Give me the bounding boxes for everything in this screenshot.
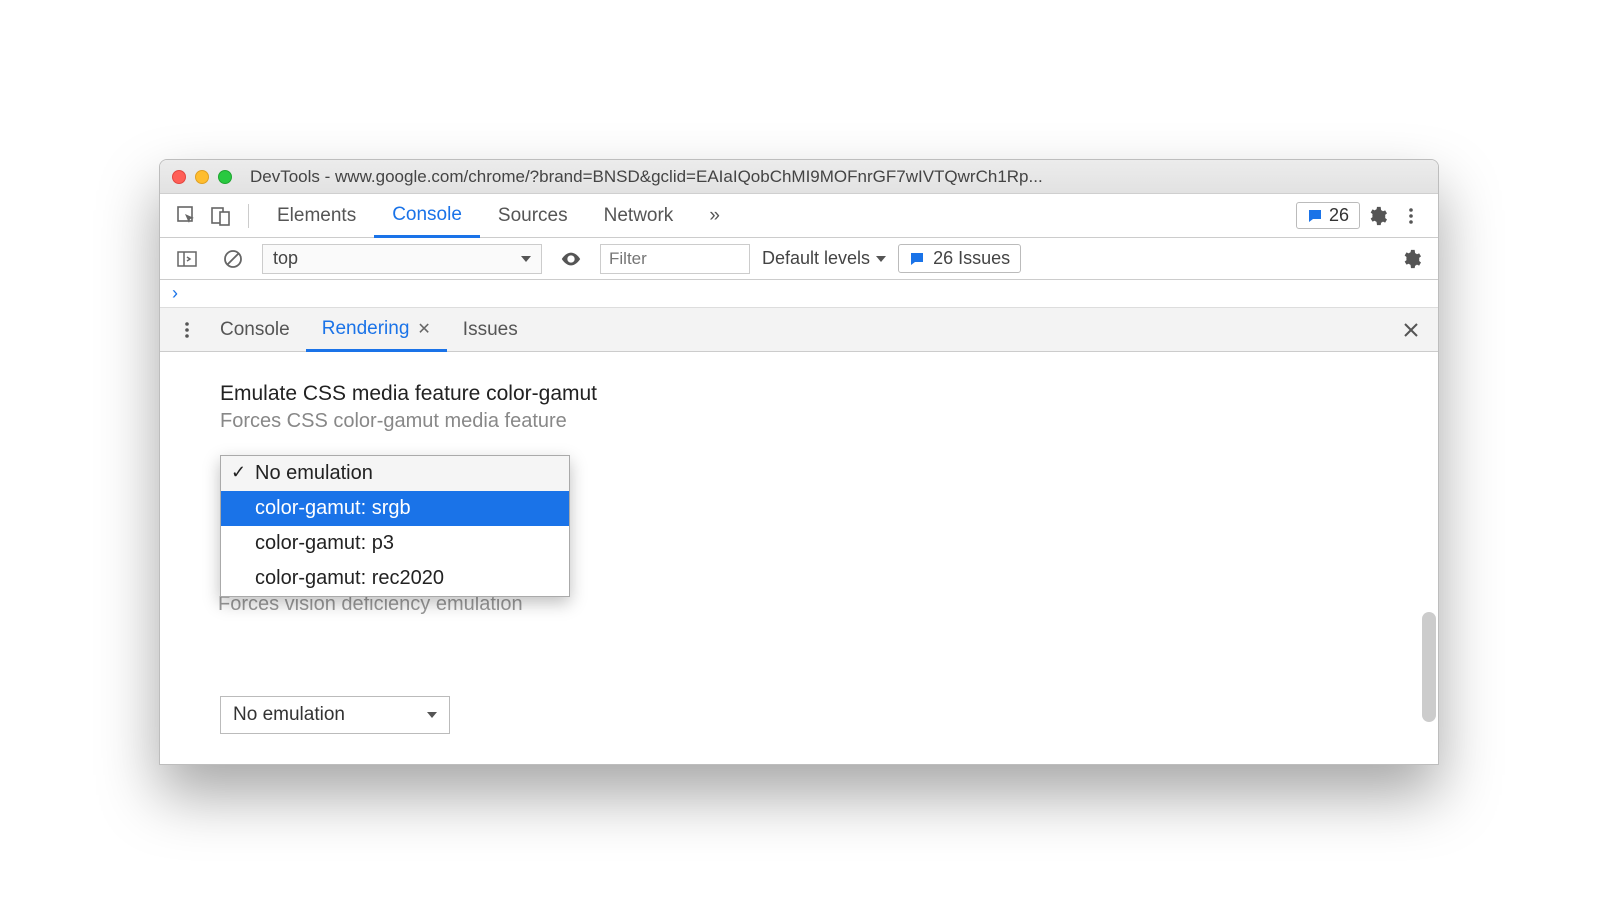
drawer-tab-console[interactable]: Console: [204, 308, 306, 351]
chevron-down-icon: [427, 712, 437, 718]
device-toolbar-icon[interactable]: [204, 199, 238, 233]
rendering-pane: Emulate CSS media feature color-gamut Fo…: [160, 352, 1438, 764]
chevron-down-icon: [876, 256, 886, 262]
console-prompt[interactable]: ›: [160, 280, 1438, 308]
chevron-down-icon: [521, 256, 531, 262]
inspect-element-icon[interactable]: [170, 199, 204, 233]
color-gamut-dropdown[interactable]: No emulation color-gamut: srgb color-gam…: [220, 455, 570, 597]
more-tabs-button[interactable]: »: [691, 194, 738, 237]
main-tab-strip: Elements Console Sources Network » 26: [160, 194, 1438, 238]
close-drawer-icon[interactable]: [1394, 313, 1428, 347]
window-title: DevTools - www.google.com/chrome/?brand=…: [250, 167, 1426, 187]
vision-deficiency-select[interactable]: No emulation: [220, 696, 450, 734]
select-value: No emulation: [233, 704, 345, 726]
setting-subtitle: Forces CSS color-gamut media feature: [220, 410, 1378, 433]
context-value: top: [273, 248, 298, 269]
levels-label: Default levels: [762, 248, 870, 269]
prompt-chevron-icon: ›: [172, 283, 178, 304]
drawer-tab-rendering[interactable]: Rendering ✕: [306, 309, 447, 352]
drawer-tab-label: Console: [220, 319, 290, 341]
drawer-kebab-icon[interactable]: [170, 313, 204, 347]
issues-count-value: 26: [1329, 205, 1349, 226]
kebab-menu-icon[interactable]: [1394, 199, 1428, 233]
live-expression-eye-icon[interactable]: [554, 242, 588, 276]
scrollbar-thumb[interactable]: [1422, 612, 1436, 722]
setting-title: Emulate CSS media feature color-gamut: [220, 382, 1378, 406]
zoom-window-button[interactable]: [218, 170, 232, 184]
devtools-window: DevTools - www.google.com/chrome/?brand=…: [159, 159, 1439, 765]
tab-sources[interactable]: Sources: [480, 194, 586, 237]
close-tab-icon[interactable]: ✕: [417, 319, 430, 339]
log-levels-selector[interactable]: Default levels: [762, 248, 886, 269]
minimize-window-button[interactable]: [195, 170, 209, 184]
clear-console-icon[interactable]: [216, 242, 250, 276]
settings-gear-icon[interactable]: [1360, 199, 1394, 233]
dropdown-option-no-emulation[interactable]: No emulation: [221, 456, 569, 491]
console-toolbar: top Default levels 26 Issues: [160, 238, 1438, 280]
drawer-tab-label: Issues: [463, 319, 518, 341]
close-window-button[interactable]: [172, 170, 186, 184]
message-icon: [1307, 208, 1323, 224]
console-settings-gear-icon[interactable]: [1394, 242, 1428, 276]
drawer-tab-issues[interactable]: Issues: [447, 308, 534, 351]
title-bar: DevTools - www.google.com/chrome/?brand=…: [160, 160, 1438, 194]
divider: [248, 204, 249, 228]
tab-console[interactable]: Console: [374, 195, 480, 238]
show-console-sidebar-icon[interactable]: [170, 242, 204, 276]
tab-elements[interactable]: Elements: [259, 194, 374, 237]
filter-input[interactable]: [600, 244, 750, 274]
issues-badge-label: 26 Issues: [933, 248, 1010, 269]
context-selector[interactable]: top: [262, 244, 542, 274]
tab-network[interactable]: Network: [586, 194, 692, 237]
issues-badge[interactable]: 26 Issues: [898, 244, 1021, 273]
message-icon: [909, 251, 925, 267]
dropdown-option-rec2020[interactable]: color-gamut: rec2020: [221, 561, 569, 596]
dropdown-option-srgb[interactable]: color-gamut: srgb: [221, 491, 569, 526]
drawer-tab-label: Rendering: [322, 318, 410, 340]
drawer-tab-strip: Console Rendering ✕ Issues: [160, 308, 1438, 352]
dropdown-option-p3[interactable]: color-gamut: p3: [221, 526, 569, 561]
issues-count-badge[interactable]: 26: [1296, 202, 1360, 229]
traffic-lights: [172, 170, 232, 184]
